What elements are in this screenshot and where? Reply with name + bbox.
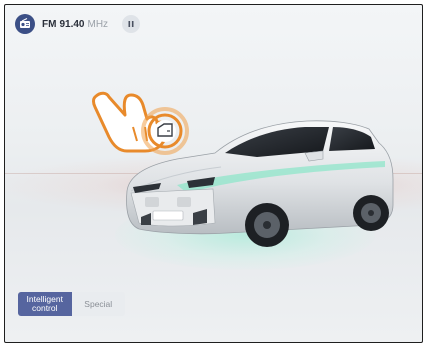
radio-unit: MHz <box>87 18 109 30</box>
door-hotspot[interactable] <box>85 75 195 165</box>
media-bar: FM 91.40 MHz <box>15 13 141 35</box>
mode-special[interactable]: Special <box>72 292 126 316</box>
mode-segmented-control: Intelligent control Special <box>18 292 125 316</box>
radio-station: FM 91.40 MHz <box>42 19 108 30</box>
hand-pointer-icon <box>92 91 169 153</box>
car-control-screen: FM 91.40 MHz Intelligent control Special <box>4 4 423 343</box>
mode-intelligent-control[interactable]: Intelligent control <box>18 292 72 316</box>
radio-frequency: 91.40 <box>59 18 85 30</box>
radio-band: FM <box>42 18 57 30</box>
pause-button[interactable] <box>122 15 141 33</box>
radio-icon[interactable] <box>15 14 35 34</box>
pause-icon <box>128 21 134 27</box>
